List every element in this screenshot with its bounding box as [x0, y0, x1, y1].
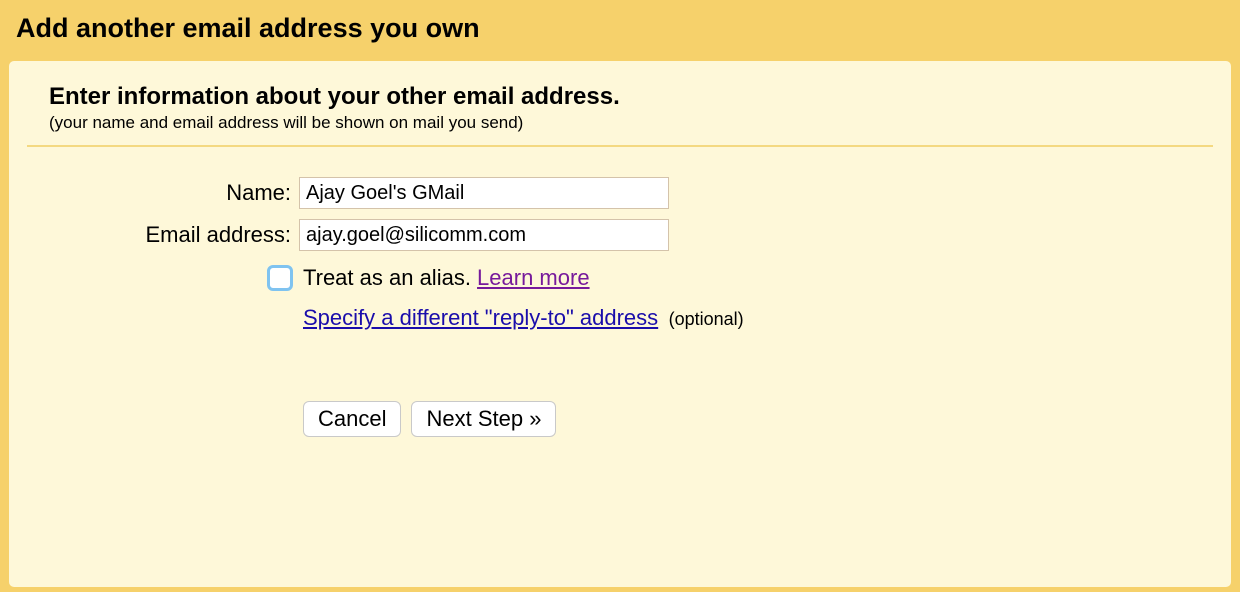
dialog-frame: Add another email address you own Enter …	[0, 0, 1240, 592]
info-subheading: (your name and email address will be sho…	[49, 113, 1211, 133]
reply-to-link[interactable]: Specify a different "reply-to" address	[303, 305, 658, 330]
alias-checkbox[interactable]	[267, 265, 293, 291]
optional-label: (optional)	[669, 309, 744, 329]
info-header: Enter information about your other email…	[9, 83, 1231, 145]
dialog-panel: Enter information about your other email…	[8, 60, 1232, 588]
email-row: Email address:	[9, 219, 1231, 251]
email-label: Email address:	[9, 222, 299, 248]
form-area: Name: Email address: Treat as an alias. …	[9, 147, 1231, 437]
alias-text: Treat as an alias.	[303, 265, 477, 290]
name-row: Name:	[9, 177, 1231, 209]
dialog-title: Add another email address you own	[0, 0, 1240, 60]
info-heading: Enter information about your other email…	[49, 83, 1211, 111]
name-label: Name:	[9, 180, 299, 206]
email-field[interactable]	[299, 219, 669, 251]
next-step-button[interactable]: Next Step »	[411, 401, 556, 437]
cancel-button[interactable]: Cancel	[303, 401, 401, 437]
alias-row: Treat as an alias. Learn more	[9, 265, 1231, 291]
button-row: Cancel Next Step »	[9, 401, 1231, 437]
learn-more-link[interactable]: Learn more	[477, 265, 590, 290]
name-field[interactable]	[299, 177, 669, 209]
reply-to-row: Specify a different "reply-to" address (…	[9, 305, 1231, 331]
